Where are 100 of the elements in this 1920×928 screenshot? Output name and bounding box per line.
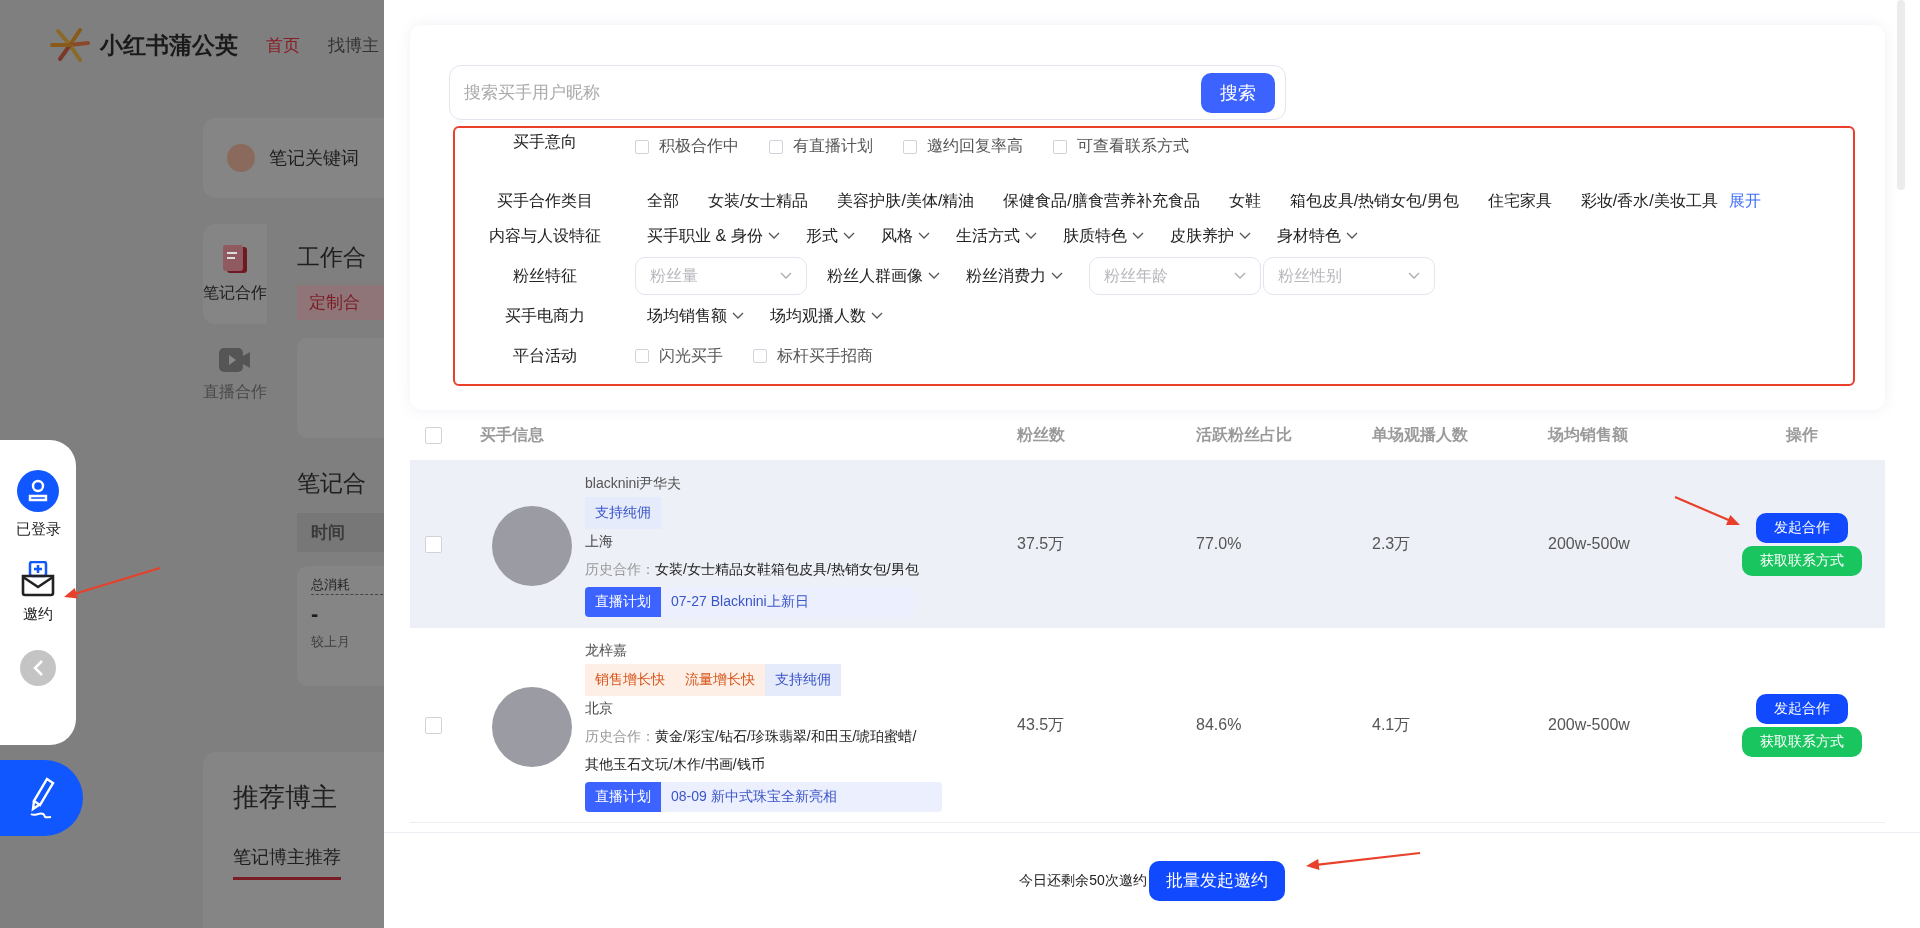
table-row[interactable]: 龙梓嘉 销售增长快 流量增长快 支持纯佣 北京 历史合作：黄金/彩宝/钻石/珍珠翡翠/和田玉/琥珀蜜蜡/其他玉石文玩/木作/书画/钱币 直播计划 08-09 新中式珠宝全新亮相 43.5万 84.6% 4.1万 200w-500w 发起合作 获取联系方式 <box>410 628 1885 823</box>
checkbox[interactable] <box>769 139 783 154</box>
filter-dropdown[interactable]: 风格 <box>880 225 930 247</box>
category-option[interactable]: 箱包皮具/热销女包/男包 <box>1289 191 1459 212</box>
checkbox[interactable] <box>753 349 767 363</box>
table-cell-text: 200w-500w <box>1548 535 1631 553</box>
category-option[interactable]: 彩妆/香水/美妆工具 <box>1580 191 1718 212</box>
category-option[interactable]: 美容护肤/美体/精油 <box>837 191 975 212</box>
dropdown-label: 风格 <box>880 225 913 246</box>
filter-dropdown[interactable]: 生活方式 <box>955 225 1037 247</box>
section-title: 笔记合 <box>297 469 367 498</box>
tag: 支持纯佣 <box>585 497 661 529</box>
filter-dropdown[interactable]: 场均销售额 <box>647 305 744 327</box>
buyer-name: blacknini尹华夫 <box>585 475 682 493</box>
user-icon <box>17 470 59 512</box>
metric-compare: 较上月 <box>311 633 351 651</box>
section-title: 推荐博主 <box>233 781 338 814</box>
table-row[interactable]: blacknini尹华夫 支持纯佣 上海 历史合作：女装/女士精品女鞋箱包皮具/热销女包/男包 直播计划 07-27 Blacknini上新日 37.5万 77.0% 2.3万 200w-500w 发起合作 获取联系方式 <box>410 461 1885 628</box>
video-icon <box>219 345 251 374</box>
filter-dropdown[interactable]: 买手职业 & 身份 <box>647 225 780 247</box>
checkbox[interactable] <box>903 139 917 154</box>
dropdown-label: 场均销售额 <box>647 305 727 326</box>
select-all-checkbox[interactable] <box>424 426 442 444</box>
dropdown-label: 买手职业 & 身份 <box>647 225 763 246</box>
filter-checkbox[interactable]: 闪光买手 <box>635 345 723 367</box>
batch-invite-button[interactable]: 批量发起邀约 <box>1148 860 1285 901</box>
tab[interactable]: 笔记博主推荐 <box>233 845 341 880</box>
filter-checkbox[interactable]: 有直播计划 <box>769 136 873 157</box>
checkbox-label: 积极合作中 <box>659 136 739 156</box>
tag: 支持纯佣 <box>765 664 841 696</box>
category-option[interactable]: 女装/女士精品 <box>708 191 809 212</box>
chevron-down-icon <box>1238 232 1251 240</box>
checkbox[interactable] <box>635 349 649 363</box>
expand-link[interactable]: 展开 <box>1728 191 1761 212</box>
table-cell-text: 77.0% <box>1196 535 1243 553</box>
logo-text: 小红书蒲公英 <box>100 30 238 60</box>
annotation-arrow <box>1674 496 1740 525</box>
remaining-text: 今日还剩余50次邀约 <box>1019 871 1147 890</box>
compose-button[interactable] <box>0 760 83 836</box>
filter-dropdown[interactable]: 肤质特色 <box>1062 225 1144 247</box>
filter-dropdown[interactable]: 身材特色 <box>1276 225 1358 247</box>
side-action[interactable]: 邀约 <box>20 561 56 624</box>
column-header: 场均销售额 <box>1548 424 1629 445</box>
filter-dropdown[interactable]: 皮肤养护 <box>1169 225 1251 247</box>
section-title: 工作合 <box>297 243 367 272</box>
row-checkbox[interactable] <box>424 535 442 553</box>
category-option[interactable]: 女鞋 <box>1228 191 1261 212</box>
collapse-button[interactable] <box>20 650 56 686</box>
checkbox[interactable] <box>1053 139 1067 154</box>
checkbox-label: 闪光买手 <box>659 345 723 366</box>
history-text: 历史合作：黄金/彩宝/钻石/珍珠翡翠/和田玉/琥珀蜜蜡/其他玉石文玩/木作/书画/钱币 <box>585 727 918 774</box>
column-header: 粉丝数 <box>1017 424 1066 445</box>
city-text: 上海 <box>585 533 613 551</box>
chevron-left-icon <box>32 659 44 677</box>
filter-dropdown[interactable]: 场均观播人数 <box>770 305 883 327</box>
category-option[interactable]: 保健食品/膳食营养补充食品 <box>1003 191 1200 212</box>
column-header: 单场观播人数 <box>1372 424 1469 445</box>
search-field[interactable]: 搜索买手用户昵称 搜索 <box>449 65 1286 120</box>
table-cell-text: 2.3万 <box>1372 533 1412 554</box>
dropdown-label: 场均观播人数 <box>770 305 866 326</box>
filter-dropdown[interactable]: 粉丝人群画像 <box>827 265 940 287</box>
metric-value: - <box>311 601 320 627</box>
cooperate-button[interactable]: 发起合作 <box>1755 693 1848 724</box>
column-header: 活跃粉丝占比 <box>1196 424 1293 445</box>
filter-checkbox[interactable]: 可查看联系方式 <box>1053 136 1189 157</box>
dropdown-label: 生活方式 <box>955 225 1020 246</box>
table-cell-text: 4.1万 <box>1372 714 1412 735</box>
chevron-down-icon <box>842 232 855 240</box>
category-option[interactable]: 住宅家具 <box>1487 191 1552 212</box>
checkbox-label: 可查看联系方式 <box>1077 136 1189 156</box>
filter-dropdown[interactable]: 粉丝消费力 <box>966 265 1063 287</box>
checkbox[interactable] <box>635 139 649 154</box>
metric-label: 总消耗 <box>311 576 383 595</box>
chevron-down-icon <box>1345 232 1358 240</box>
column-header: 操作 <box>1784 424 1819 445</box>
cooperate-button[interactable]: 发起合作 <box>1755 512 1848 543</box>
checkbox-label: 有直播计划 <box>793 136 873 156</box>
side-tab[interactable]: 笔记合作 <box>203 224 267 324</box>
table-cell-text: 37.5万 <box>1017 533 1066 554</box>
filter-checkbox[interactable]: 标杆买手招商 <box>753 345 873 367</box>
search-button[interactable]: 搜索 <box>1201 72 1275 113</box>
side-action[interactable]: 已登录 <box>15 470 61 539</box>
tag: 流量增长快 <box>675 664 765 696</box>
chevron-down-icon <box>917 232 930 240</box>
filter-dropdown[interactable]: 形式 <box>805 225 855 247</box>
filter-checkbox[interactable]: 邀约回复率高 <box>903 136 1023 157</box>
search-input[interactable]: 搜索买手用户昵称 <box>462 81 1201 104</box>
chevron-down-icon <box>1024 232 1037 240</box>
category-option[interactable]: 全部 <box>647 191 679 212</box>
filter-label: 平台活动 <box>512 345 578 366</box>
filter-checkbox[interactable]: 积极合作中 <box>635 136 739 157</box>
column-header: 买手信息 <box>480 424 545 445</box>
live-plan-text: 08-09 新中式珠宝全新亮相 <box>670 787 838 806</box>
row-checkbox[interactable] <box>424 716 442 734</box>
history-text: 历史合作：女装/女士精品女鞋箱包皮具/热销女包/男包 <box>585 560 919 579</box>
chevron-down-icon <box>780 272 792 280</box>
filter-label: 买手电商力 <box>504 305 586 326</box>
dropdown-label: 肤质特色 <box>1062 225 1127 246</box>
logo-icon <box>50 27 90 63</box>
live-plan-tag: 直播计划 <box>585 587 661 617</box>
